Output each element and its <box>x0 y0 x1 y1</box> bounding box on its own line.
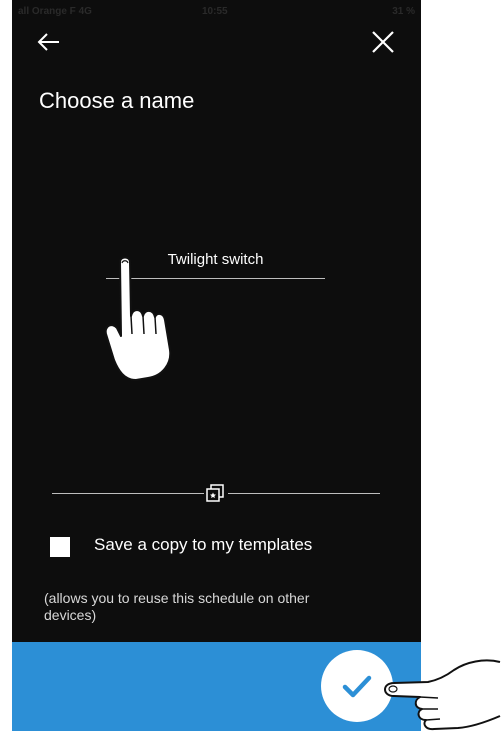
status-battery: 31 % <box>392 6 415 17</box>
close-button[interactable] <box>368 28 398 56</box>
name-input[interactable] <box>106 244 325 274</box>
slider-handle[interactable] <box>204 483 228 505</box>
save-template-label: Save a copy to my templates <box>94 535 313 554</box>
name-field[interactable] <box>106 244 325 279</box>
status-carrier: all Orange F 4G <box>18 6 92 17</box>
status-time: 10:55 <box>202 6 228 17</box>
checkmark-icon <box>342 675 372 698</box>
save-template-hint: (allows you to reuse this schedule on ot… <box>44 590 310 623</box>
save-template-checkbox[interactable] <box>50 537 70 557</box>
arrow-left-icon <box>37 33 59 51</box>
phone-screen: all Orange F 4G 10:55 31 % Choose a name <box>12 0 421 731</box>
status-bar: all Orange F 4G 10:55 31 % <box>12 0 421 20</box>
close-icon <box>372 31 394 53</box>
page-title: Choose a name <box>39 88 195 113</box>
confirm-button[interactable] <box>321 650 393 722</box>
copy-star-icon <box>206 484 224 502</box>
back-button[interactable] <box>34 28 64 56</box>
screenshot-stage: all Orange F 4G 10:55 31 % Choose a name <box>0 0 504 731</box>
